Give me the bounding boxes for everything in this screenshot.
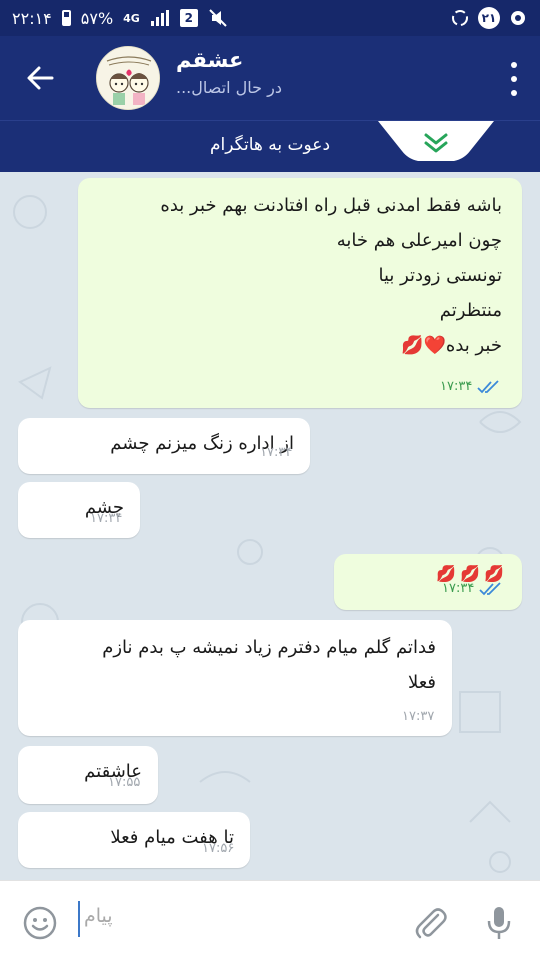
message-bubble-incoming[interactable]: از اداره زنگ میزنم چشم ۱۷:۳۴ — [18, 418, 310, 474]
message-bubble-incoming[interactable]: عاشقتم ۱۷:۵۵ — [18, 746, 158, 804]
message-text-line: چون امیرعلی هم خابه — [336, 230, 502, 252]
message-bubble-incoming[interactable]: چشم ۱۷:۳۴ — [18, 482, 140, 538]
message-meta: ۱۷:۳۴ — [440, 374, 500, 399]
message-meta: ۱۷:۳۴ — [90, 506, 122, 531]
message-time: ۱۷:۳۴ — [90, 511, 123, 526]
avatar[interactable] — [96, 46, 160, 110]
message-time: ۱۷:۳۴ — [260, 445, 293, 460]
double-check-icon — [479, 582, 501, 595]
message-time: ۱۷:۵۶ — [202, 841, 235, 856]
chat-area[interactable]: باشه فقط امدنی قبل راه افتادنت بهم خبر ب… — [0, 172, 540, 880]
message-time: ۱۷:۵۵ — [108, 775, 141, 790]
message-bubble-incoming[interactable]: فداتم گلم میام دفترم زیاد نمیشه پ بدم نا… — [18, 620, 452, 736]
message-time: ۱۷:۳۴ — [440, 379, 473, 394]
chat-header: عشقم در حال اتصال... — [0, 36, 540, 120]
clock: ۲۲:۱۴ — [12, 8, 52, 28]
message-text-line: باشه فقط امدنی قبل راه افتادنت بهم خبر ب… — [160, 195, 502, 216]
chat-title: عشقم — [176, 48, 244, 72]
signal-icon — [150, 10, 169, 26]
microphone-icon[interactable] — [484, 903, 514, 943]
smiley-icon[interactable] — [22, 905, 58, 941]
sim-slot-indicator: 2 — [179, 9, 198, 27]
avatar-couple-image — [97, 47, 159, 109]
invite-bar[interactable]: دعوت به هاتگرام — [0, 120, 540, 172]
message-meta: ۱۷:۳۴ — [442, 576, 502, 601]
message-meta: ۱۷:۳۴ — [260, 440, 292, 465]
message-time: ۱۷:۳۷ — [402, 709, 435, 724]
mute-icon — [209, 9, 227, 27]
status-bar-left: ۲۲:۱۴ ۵۷% 4G 2 — [12, 9, 228, 28]
message-text-line: خبر بده❤️💋 — [401, 335, 502, 357]
message-bubble-outgoing[interactable]: باشه فقط امدنی قبل راه افتادنت بهم خبر ب… — [78, 178, 522, 408]
message-bubble-incoming[interactable]: تا هفت میام فعلا ۱۷:۵۶ — [18, 812, 250, 868]
notification-badge: ۲۱ — [478, 7, 500, 29]
battery-level: ۵۷% — [80, 8, 114, 28]
message-text-line: از اداره زنگ میزنم چشم — [110, 433, 294, 454]
chevron-double-down-icon[interactable] — [378, 121, 494, 167]
sync-icon — [452, 10, 468, 26]
status-bar: ۲۲:۱۴ ۵۷% 4G 2 ۲۱ — [0, 0, 540, 36]
message-input-bar: پیام — [0, 880, 540, 960]
message-input[interactable] — [78, 903, 378, 939]
message-text-line: فعلا — [407, 672, 436, 694]
back-arrow-icon[interactable] — [22, 60, 58, 96]
chat-title-block[interactable]: عشقم در حال اتصال... — [176, 48, 282, 97]
settings-icon — [511, 11, 525, 25]
status-bar-right: ۲۱ — [450, 7, 528, 29]
paperclip-icon[interactable] — [412, 903, 448, 941]
message-meta: ۱۷:۵۶ — [202, 836, 234, 861]
message-text-line: تونستی زودتر بیا — [378, 265, 502, 287]
double-check-icon — [477, 380, 499, 393]
message-text-line: فداتم گلم میام دفترم زیاد نمیشه پ بدم نا… — [102, 637, 436, 658]
network-type: 4G — [123, 11, 140, 25]
message-text-line: منتظرتم — [439, 300, 502, 322]
message-meta: ۱۷:۳۷ — [402, 704, 434, 729]
battery-icon — [61, 10, 71, 26]
connection-status: در حال اتصال... — [176, 78, 282, 97]
more-vertical-icon[interactable] — [508, 62, 520, 96]
message-meta: ۱۷:۵۵ — [108, 770, 140, 795]
message-time: ۱۷:۳۴ — [442, 581, 475, 596]
message-bubble-outgoing[interactable]: 💋💋💋 ۱۷:۳۴ — [334, 554, 522, 610]
